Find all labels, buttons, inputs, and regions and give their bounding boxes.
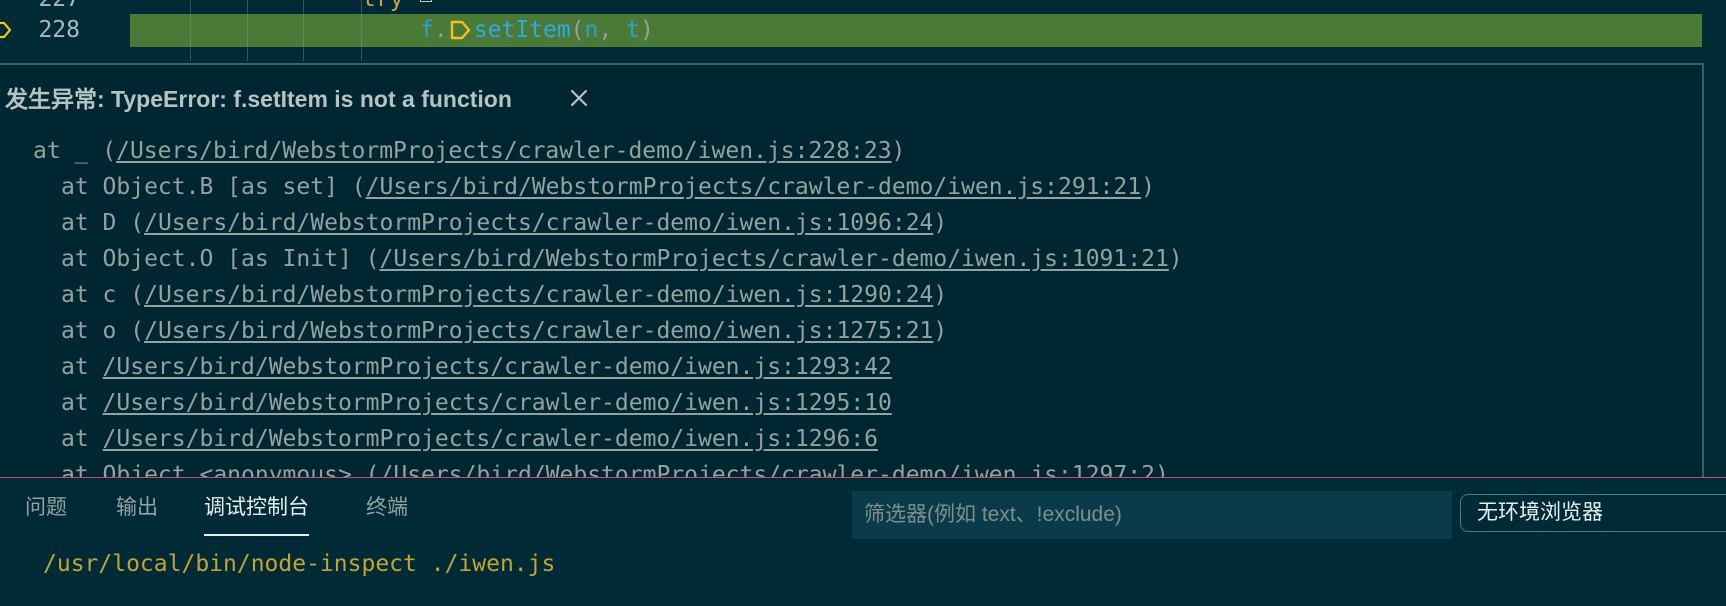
tab-terminal[interactable]: 终端 xyxy=(366,494,408,534)
close-icon[interactable] xyxy=(566,85,592,111)
exception-widget: 发生异常: TypeError: f.setItem is not a func… xyxy=(0,63,1704,479)
indent-guide xyxy=(303,0,304,61)
code-arg-1: n xyxy=(584,17,599,43)
stack-frame: at /Users/bird/WebstormProjects/crawler-… xyxy=(0,349,1700,385)
frame-file-link[interactable]: /Users/bird/WebstormProjects/crawler-dem… xyxy=(144,282,933,308)
current-line-highlight xyxy=(130,14,1702,47)
code-object: f xyxy=(420,17,434,43)
frame-prefix: at _ ( xyxy=(33,138,117,164)
exception-title: 发生异常: TypeError: f.setItem is not a func… xyxy=(5,86,512,112)
frame-prefix: at xyxy=(61,426,103,452)
frame-prefix: at xyxy=(61,354,103,380)
frame-suffix: ) xyxy=(891,138,906,164)
indent-guide xyxy=(361,0,362,61)
frame-suffix: ) xyxy=(933,210,948,236)
code-comma: , xyxy=(598,17,627,43)
tab-debug-console[interactable]: 调试控制台 xyxy=(204,494,309,536)
frame-suffix: ) xyxy=(933,282,948,308)
indent-guide xyxy=(247,0,248,61)
frame-file-link[interactable]: /Users/bird/WebstormProjects/crawler-dem… xyxy=(103,390,892,416)
frame-prefix: at o ( xyxy=(61,318,145,344)
frame-suffix: ) xyxy=(933,318,948,344)
frame-file-link[interactable]: /Users/bird/WebstormProjects/crawler-dem… xyxy=(144,210,933,236)
frame-prefix: at Object.B [as set] ( xyxy=(61,174,366,200)
frame-file-link[interactable]: /Users/bird/WebstormProjects/crawler-dem… xyxy=(103,426,878,452)
code-method: setItem xyxy=(473,17,571,43)
frame-suffix: ) xyxy=(1168,246,1183,272)
stack-frame: at o (/Users/bird/WebstormProjects/crawl… xyxy=(0,313,1700,349)
bottom-panel: 问题 输出 调试控制台 终端 无环境浏览器 /usr/local/bin/nod… xyxy=(0,477,1726,606)
frame-file-link[interactable]: /Users/bird/WebstormProjects/crawler-dem… xyxy=(380,246,1169,272)
frame-file-link[interactable]: /Users/bird/WebstormProjects/crawler-dem… xyxy=(116,138,891,164)
console-output-line: /usr/local/bin/node-inspect ./iwen.js xyxy=(43,551,556,577)
code-paren-open: ( xyxy=(570,17,585,43)
stack-frame: at _ (/Users/bird/WebstormProjects/crawl… xyxy=(0,133,1700,169)
frame-file-link[interactable]: /Users/bird/WebstormProjects/crawler-dem… xyxy=(144,318,933,344)
stack-trace: at _ (/Users/bird/WebstormProjects/crawl… xyxy=(0,133,1700,479)
stack-frame: at /Users/bird/WebstormProjects/crawler-… xyxy=(0,385,1700,421)
stack-frame: at Object.B [as set] (/Users/bird/Websto… xyxy=(0,169,1700,205)
code-line-228: 228 f. setItem(n, t) xyxy=(0,0,1726,61)
code-text: f. setItem(n, t) xyxy=(420,14,654,47)
frame-prefix: at D ( xyxy=(61,210,145,236)
tab-problems[interactable]: 问题 xyxy=(25,494,67,534)
line-number: 228 xyxy=(38,17,80,43)
frame-prefix: at Object.O [as Init] ( xyxy=(61,246,380,272)
environment-select[interactable]: 无环境浏览器 xyxy=(1460,494,1726,532)
frame-file-link[interactable]: /Users/bird/WebstormProjects/crawler-dem… xyxy=(103,354,892,380)
vscode-debug-window: 227 try 228 f.setItem(n, t) 发生异常: TypeEr… xyxy=(0,0,1726,606)
tab-output[interactable]: 输出 xyxy=(116,494,158,534)
frame-file-link[interactable]: /Users/bird/WebstormProjects/crawler-dem… xyxy=(366,174,1141,200)
frame-prefix: at c ( xyxy=(61,282,145,308)
frame-prefix: at xyxy=(61,390,103,416)
stack-frame: at Object.<anonymous> (/Users/bird/Webst… xyxy=(0,457,1700,479)
stack-frame: at D (/Users/bird/WebstormProjects/crawl… xyxy=(0,205,1700,241)
code-dot: . xyxy=(433,17,448,43)
stack-frame: at Object.O [as Init] (/Users/bird/Webst… xyxy=(0,241,1700,277)
code-arg-2: t xyxy=(626,17,640,43)
stack-frame: at /Users/bird/WebstormProjects/crawler-… xyxy=(0,421,1700,457)
inline-breakpoint-icon[interactable] xyxy=(450,19,472,41)
indent-guide xyxy=(190,0,191,61)
code-paren-close: ) xyxy=(639,17,654,43)
stack-frame: at c (/Users/bird/WebstormProjects/crawl… xyxy=(0,277,1700,313)
folding-placeholder xyxy=(420,0,432,2)
frame-suffix: ) xyxy=(1141,174,1155,200)
code-editor: 227 try 228 f.setItem(n, t) xyxy=(0,0,1726,64)
filter-input[interactable] xyxy=(852,491,1452,539)
